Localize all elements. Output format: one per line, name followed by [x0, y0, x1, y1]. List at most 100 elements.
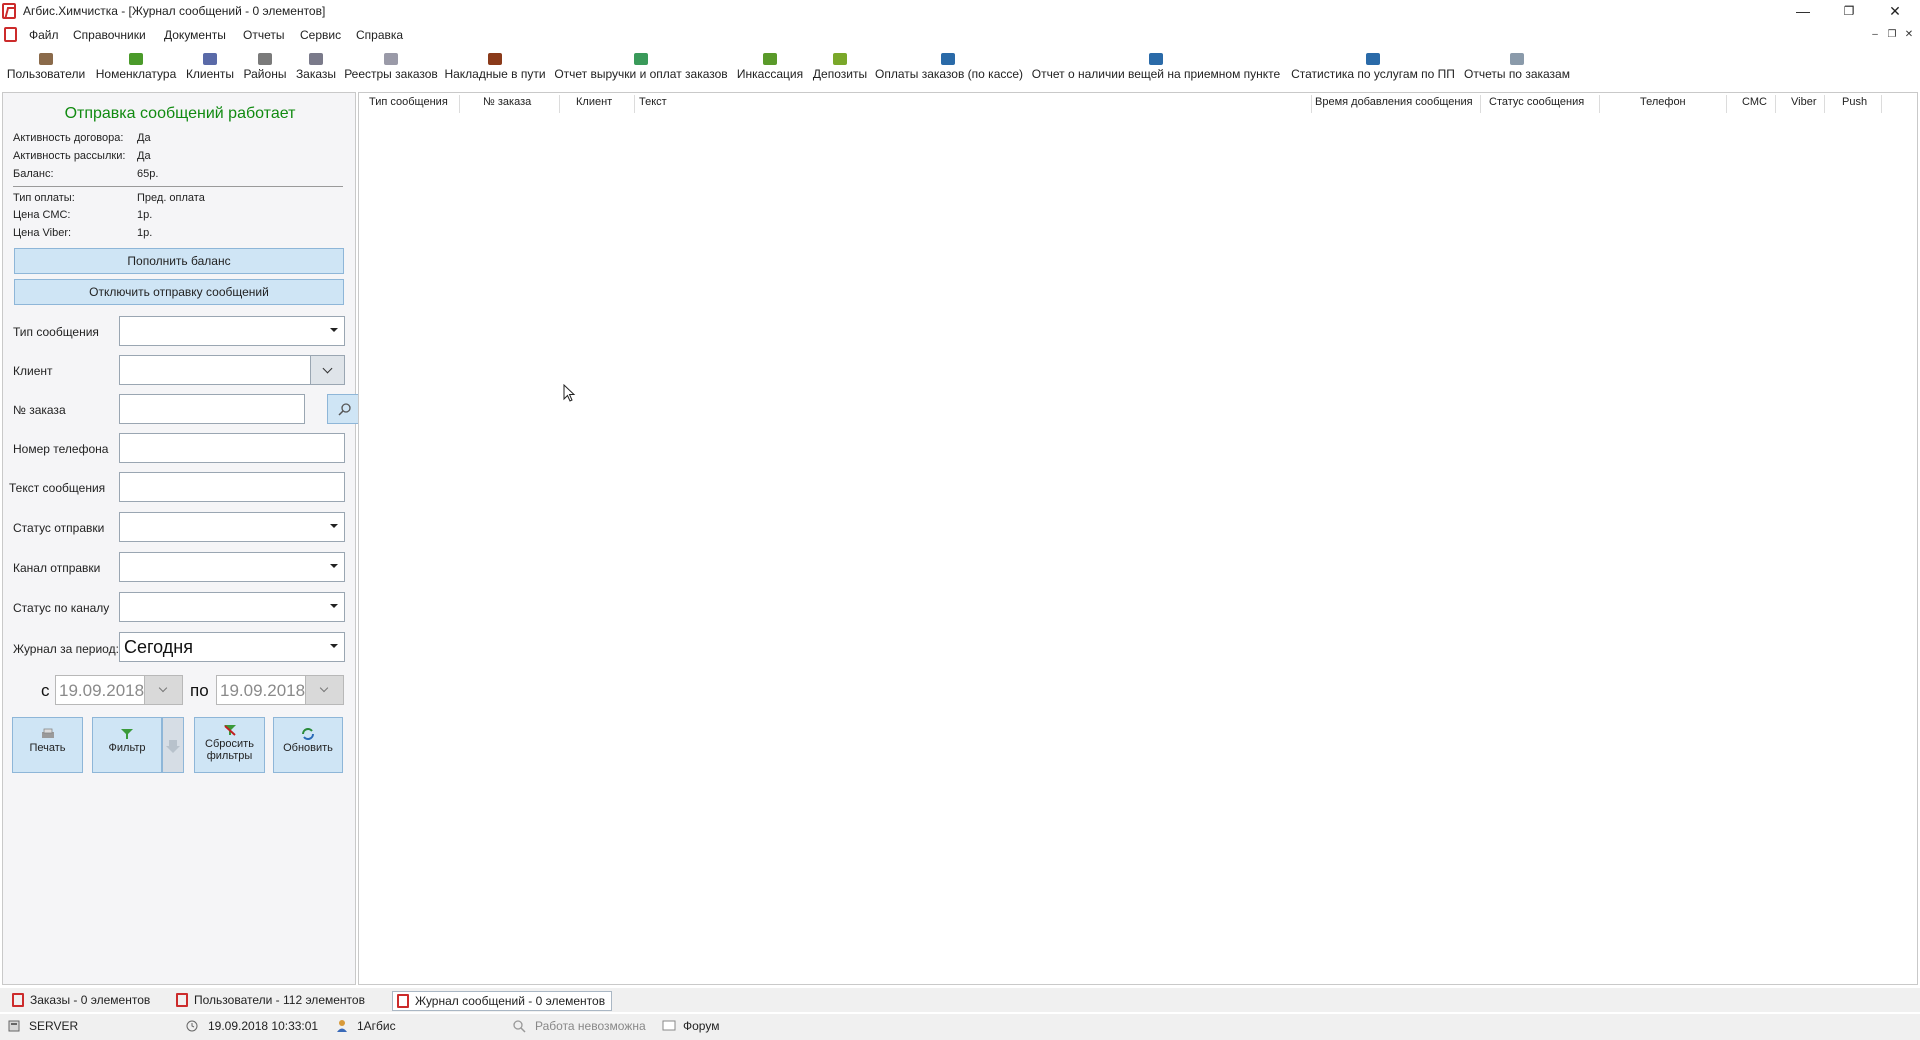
- print-label: Печать: [29, 742, 66, 754]
- document-icon: [176, 993, 188, 1007]
- calendar-chevron-icon[interactable]: [144, 676, 182, 704]
- filter-dropdown-button[interactable]: [162, 717, 184, 773]
- calendar-chevron-icon[interactable]: [305, 676, 343, 704]
- date-to-picker[interactable]: 19.09.2018: [216, 675, 344, 705]
- title-bar: Агбис.Химчистка - [Журнал сообщений - 0 …: [0, 0, 1920, 22]
- close-button[interactable]: ✕: [1872, 0, 1918, 22]
- menu-service[interactable]: Сервис: [300, 28, 341, 42]
- toolbar-stats-button[interactable]: Статистика по услугам по ПП: [1290, 50, 1456, 88]
- period-label: Журнал за период:: [13, 642, 119, 656]
- tab-users[interactable]: Пользователи - 112 элементов: [172, 991, 365, 1011]
- send-status-select[interactable]: [119, 512, 345, 542]
- phone-input[interactable]: [119, 433, 345, 463]
- reset-filters-button[interactable]: Сбросить фильтры: [194, 717, 265, 773]
- column-header-message-type[interactable]: Тип сообщения: [369, 96, 448, 108]
- column-separator: [1726, 95, 1727, 113]
- status-datetime: 19.09.2018 10:33:01: [208, 1019, 319, 1033]
- column-header-added-time[interactable]: Время добавления сообщения: [1315, 96, 1473, 108]
- reset-filters-label: Сбросить фильтры: [205, 738, 254, 762]
- document-icon: [12, 993, 24, 1007]
- channel-status-select[interactable]: [119, 592, 345, 622]
- restore-button[interactable]: ❐: [1826, 0, 1872, 22]
- mdi-restore-button[interactable]: ❐: [1886, 29, 1898, 41]
- user-icon: [337, 1020, 347, 1032]
- topup-balance-button[interactable]: Пополнить баланс: [14, 248, 344, 274]
- client-label: Клиент: [13, 364, 53, 378]
- disable-sending-button[interactable]: Отключить отправку сообщений: [14, 279, 344, 305]
- deposits-icon: [833, 53, 847, 65]
- minimize-button[interactable]: —: [1780, 0, 1826, 22]
- main-toolbar: Пользователи Номенклатура Клиенты Районы…: [0, 50, 1920, 88]
- menu-reports[interactable]: Отчеты: [243, 28, 284, 42]
- message-text-input[interactable]: [119, 472, 345, 502]
- dropdown-arrow-icon: [330, 328, 338, 332]
- dropdown-arrow-icon: [330, 644, 338, 648]
- filter-button[interactable]: Фильтр: [92, 717, 162, 773]
- tab-message-log[interactable]: Журнал сообщений - 0 элементов: [392, 991, 613, 1011]
- sms-price-label: Цена СМС:: [13, 209, 71, 221]
- menu-documents[interactable]: Документы: [164, 28, 226, 42]
- order-search-button[interactable]: [327, 394, 361, 424]
- column-header-text[interactable]: Текст: [639, 96, 667, 108]
- channel-select[interactable]: [119, 552, 345, 582]
- column-header-client[interactable]: Клиент: [576, 96, 612, 108]
- column-separator: [1881, 95, 1882, 113]
- menu-help[interactable]: Справка: [356, 28, 403, 42]
- toolbar-clients-button[interactable]: Клиенты: [184, 50, 236, 88]
- column-header-order-no[interactable]: № заказа: [483, 96, 531, 108]
- column-header-push[interactable]: Push: [1842, 96, 1867, 108]
- app-logo-icon: [2, 3, 16, 19]
- toolbar-districts-button[interactable]: Районы: [242, 50, 288, 88]
- toolbar-payments-button[interactable]: Оплаты заказов (по кассе): [875, 50, 1023, 88]
- column-header-message-status[interactable]: Статус сообщения: [1489, 96, 1584, 108]
- menu-references[interactable]: Справочники: [73, 28, 146, 42]
- revenue-report-icon: [634, 53, 648, 65]
- toolbar-revenue-report-button[interactable]: Отчет выручки и оплат заказов: [553, 50, 729, 88]
- users-icon: [39, 53, 53, 65]
- window-title: Агбис.Химчистка - [Журнал сообщений - 0 …: [23, 4, 326, 18]
- contract-activity-label: Активность договора:: [13, 132, 124, 144]
- payments-icon: [941, 53, 955, 65]
- status-bar: SERVER 19.09.2018 10:33:01 1Агбис Работа…: [0, 1014, 1920, 1040]
- client-combobox[interactable]: [119, 355, 345, 385]
- date-from-picker[interactable]: 19.09.2018: [55, 675, 183, 705]
- toolbar-nomenclature-button[interactable]: Номенклатура: [94, 50, 178, 88]
- column-separator: [1824, 95, 1825, 113]
- message-type-select[interactable]: [119, 316, 345, 346]
- magnifier-icon: [513, 1020, 526, 1033]
- column-header-sms[interactable]: СМС: [1742, 96, 1767, 108]
- order-number-label: № заказа: [13, 403, 66, 417]
- tab-orders[interactable]: Заказы - 0 элементов: [8, 991, 150, 1011]
- mailing-activity-label: Активность рассылки:: [13, 150, 126, 162]
- menu-file[interactable]: Файл: [29, 28, 59, 42]
- waybills-icon: [488, 53, 502, 65]
- mdi-close-button[interactable]: ✕: [1903, 29, 1915, 41]
- toolbar-order-reports-button[interactable]: Отчеты по заказам: [1463, 50, 1571, 88]
- order-number-input[interactable]: [119, 394, 305, 424]
- toolbar-orders-button[interactable]: Заказы: [294, 50, 338, 88]
- print-button[interactable]: Печать: [12, 717, 83, 773]
- toolbar-order-registry-button[interactable]: Реестры заказов: [344, 50, 438, 88]
- refresh-button[interactable]: Обновить: [273, 717, 343, 773]
- toolbar-waybills-button[interactable]: Накладные в пути: [444, 50, 546, 88]
- column-header-phone[interactable]: Телефон: [1640, 96, 1686, 108]
- toolbar-items-report-button[interactable]: Отчет о наличии вещей на приемном пункте: [1029, 50, 1283, 88]
- mdi-minimize-button[interactable]: –: [1869, 29, 1881, 41]
- toolbar-collection-button[interactable]: Инкассация: [735, 50, 805, 88]
- period-select[interactable]: Сегодня: [119, 632, 345, 662]
- chevron-down-icon[interactable]: [310, 356, 344, 384]
- column-header-viber[interactable]: Viber: [1791, 96, 1816, 108]
- payment-type-value: Пред. оплата: [137, 192, 205, 204]
- date-to-label: по: [190, 681, 209, 700]
- items-report-icon: [1149, 53, 1163, 65]
- toolbar-users-button[interactable]: Пользователи: [6, 50, 86, 88]
- forum-link[interactable]: Форум: [683, 1019, 719, 1033]
- search-icon: [338, 403, 351, 416]
- toolbar-deposits-button[interactable]: Депозиты: [810, 50, 870, 88]
- viber-price-label: Цена Viber:: [13, 227, 72, 239]
- document-icon: [397, 994, 409, 1008]
- contract-activity-value: Да: [137, 132, 151, 144]
- column-separator: [1775, 95, 1776, 113]
- balance-value: 65р.: [137, 168, 159, 180]
- server-name: SERVER: [29, 1019, 79, 1033]
